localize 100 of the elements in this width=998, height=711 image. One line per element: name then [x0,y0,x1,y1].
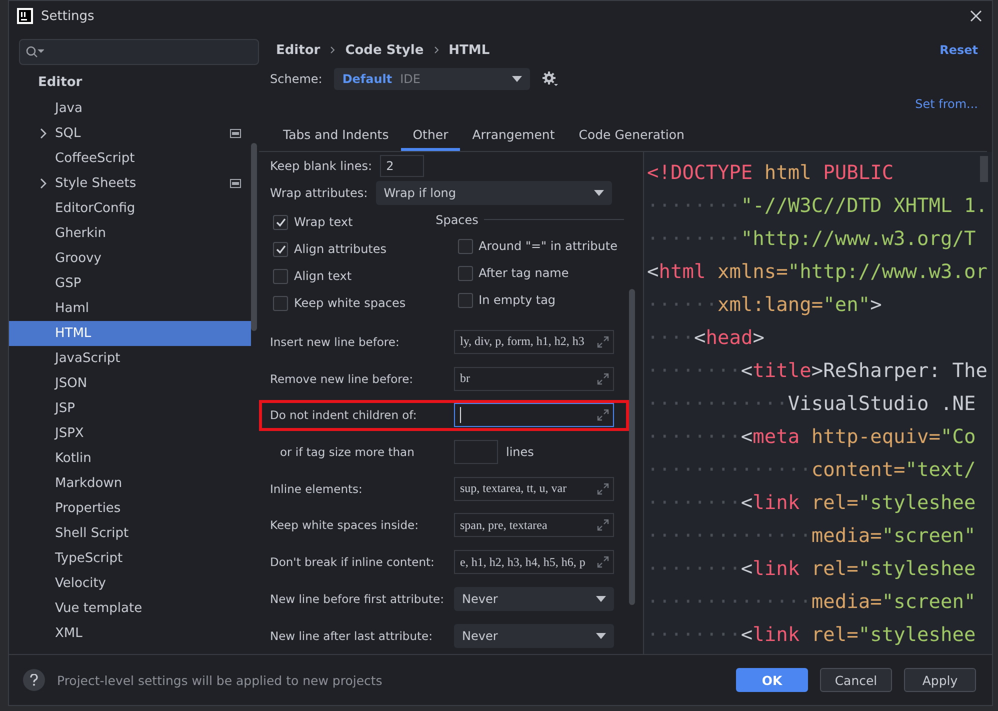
checkbox[interactable] [458,266,473,281]
tree-item[interactable]: JSP [9,396,251,421]
tree-item[interactable]: JavaScript [9,346,251,371]
tree-item[interactable]: Properties [9,496,251,521]
tree-item[interactable]: Markdown [9,471,251,496]
gear-icon[interactable] [542,71,558,87]
set-from-link[interactable]: Set from... [915,97,978,111]
code-line: ········"http://www.w3.org/T [647,226,976,252]
tree-item[interactable]: CoffeeScript [9,146,251,171]
reset-link[interactable]: Reset [940,43,978,57]
tree-item[interactable]: SQL [9,121,251,146]
code-line: ············VisualStudio .NE [647,391,976,417]
checkbox-label: Align text [294,269,352,284]
checkbox-label: Wrap text [294,215,353,230]
window-title: Settings [41,8,96,24]
expand-icon[interactable] [597,482,609,495]
code-line: ········"-//W3C//DTD XHTML 1. [647,193,988,219]
field-label: Inline elements: [270,482,364,496]
checkbox[interactable] [273,296,288,311]
scrollbar-thumb[interactable] [251,143,257,331]
expand-icon[interactable] [597,336,609,348]
breadcrumb-item[interactable]: HTML [448,42,490,58]
dialog-button[interactable]: Apply [904,668,976,692]
scrollbar-thumb[interactable] [980,156,988,182]
field-label: Keep white spaces inside: [270,518,420,532]
text-field[interactable]: sup, textarea, tt, u, var [454,476,614,501]
tab[interactable]: Tabs and Indents [271,121,401,151]
dropdown[interactable]: Never [454,624,614,648]
tree-item[interactable]: Groovy [9,246,251,271]
checkbox-label: Keep white spaces [294,296,406,310]
checkbox-label: After tag name [478,266,569,280]
number-field[interactable] [454,440,498,464]
scheme-dropdown[interactable]: Default IDE [334,68,530,90]
expand-icon[interactable] [597,519,609,532]
tree-item[interactable]: TypeScript [9,546,251,571]
expand-icon[interactable] [597,556,609,568]
field-label: New line after last attribute: [270,628,434,643]
text-field[interactable]: span, pre, textarea [454,513,614,538]
number-field[interactable]: 2 [380,154,424,177]
expand-icon[interactable] [597,409,609,422]
checkbox[interactable] [458,292,473,308]
breadcrumb-item[interactable]: Code Style [345,42,424,58]
text-field[interactable] [454,403,614,428]
scrollbar-thumb[interactable] [629,289,635,605]
tree-item[interactable]: Gherkin [9,221,251,246]
checkbox[interactable] [273,268,288,284]
text-field[interactable]: e, h1, h2, h3, h4, h5, h6, p [454,550,614,574]
tree-item[interactable]: Vue template [9,596,251,621]
tree-item[interactable]: HTML [9,321,251,346]
code-line: ········<link rel="styleshee [647,556,976,582]
app-logo-icon [17,8,33,24]
code-line: ········<meta http-equiv="Co [647,424,976,450]
checkbox-label: In empty tag [478,293,556,308]
tree-item[interactable]: Velocity [9,571,251,596]
expand-icon[interactable] [597,372,609,385]
field-label: Insert new line before: [270,334,400,349]
tree-item[interactable]: JSPX [9,421,251,446]
checkbox[interactable] [458,238,473,254]
dialog-button[interactable]: Cancel [820,668,892,692]
chevron-icon[interactable] [40,178,47,189]
tree-item[interactable]: Haml [9,296,251,321]
dropdown-arrow-icon [594,190,604,196]
tree-item[interactable]: Java [9,96,251,121]
code-line: ········<link rel="styleshee [647,622,976,648]
tab[interactable]: Arrangement [460,121,567,151]
tree-item[interactable]: GSP [9,271,251,296]
hint-text: Project-level settings will be applied to new projects [57,672,384,688]
close-icon[interactable] [970,10,982,22]
tree-item[interactable]: Style Sheets [9,171,251,196]
code-line: ········<link rel="styleshee [647,490,976,516]
tab[interactable]: Code Generation [566,121,696,151]
question-icon [30,674,38,686]
field-label: Do not indent children of: [270,408,418,422]
breadcrumb-item[interactable]: Editor [276,42,320,58]
help-button[interactable] [23,669,45,691]
search-field[interactable] [19,39,259,65]
section-heading: Editor [37,74,84,92]
code-line: ····<head> [647,325,764,351]
text-field[interactable]: br [454,366,614,391]
tree-item[interactable]: Shell Script [9,521,251,546]
checkbox[interactable] [273,214,288,230]
chevron-icon [434,46,439,54]
tab[interactable]: Other [400,121,460,151]
field-label: Remove new line before: [270,372,414,386]
search-icon [26,46,44,58]
tree-item[interactable]: Kotlin [9,446,251,471]
checkbox-label: Align attributes [294,242,387,256]
field-label: Don't break if inline content: [270,555,436,570]
code-line: ··············content="text/ [647,457,976,483]
tree-item[interactable]: JSON [9,371,251,396]
dropdown-arrow-icon [596,632,606,639]
dialog-button[interactable]: OK [736,668,808,692]
chevron-icon[interactable] [40,128,47,139]
wrap-dropdown[interactable]: Wrap if long [376,180,612,205]
code-line: ··············media="screen" [647,589,976,615]
tree-item[interactable]: EditorConfig [9,196,251,221]
tree-item[interactable]: XML [9,621,251,646]
checkbox[interactable] [273,242,288,257]
text-field[interactable]: ly, div, p, form, h1, h2, h3 [454,330,614,354]
dropdown[interactable]: Never [454,586,614,611]
